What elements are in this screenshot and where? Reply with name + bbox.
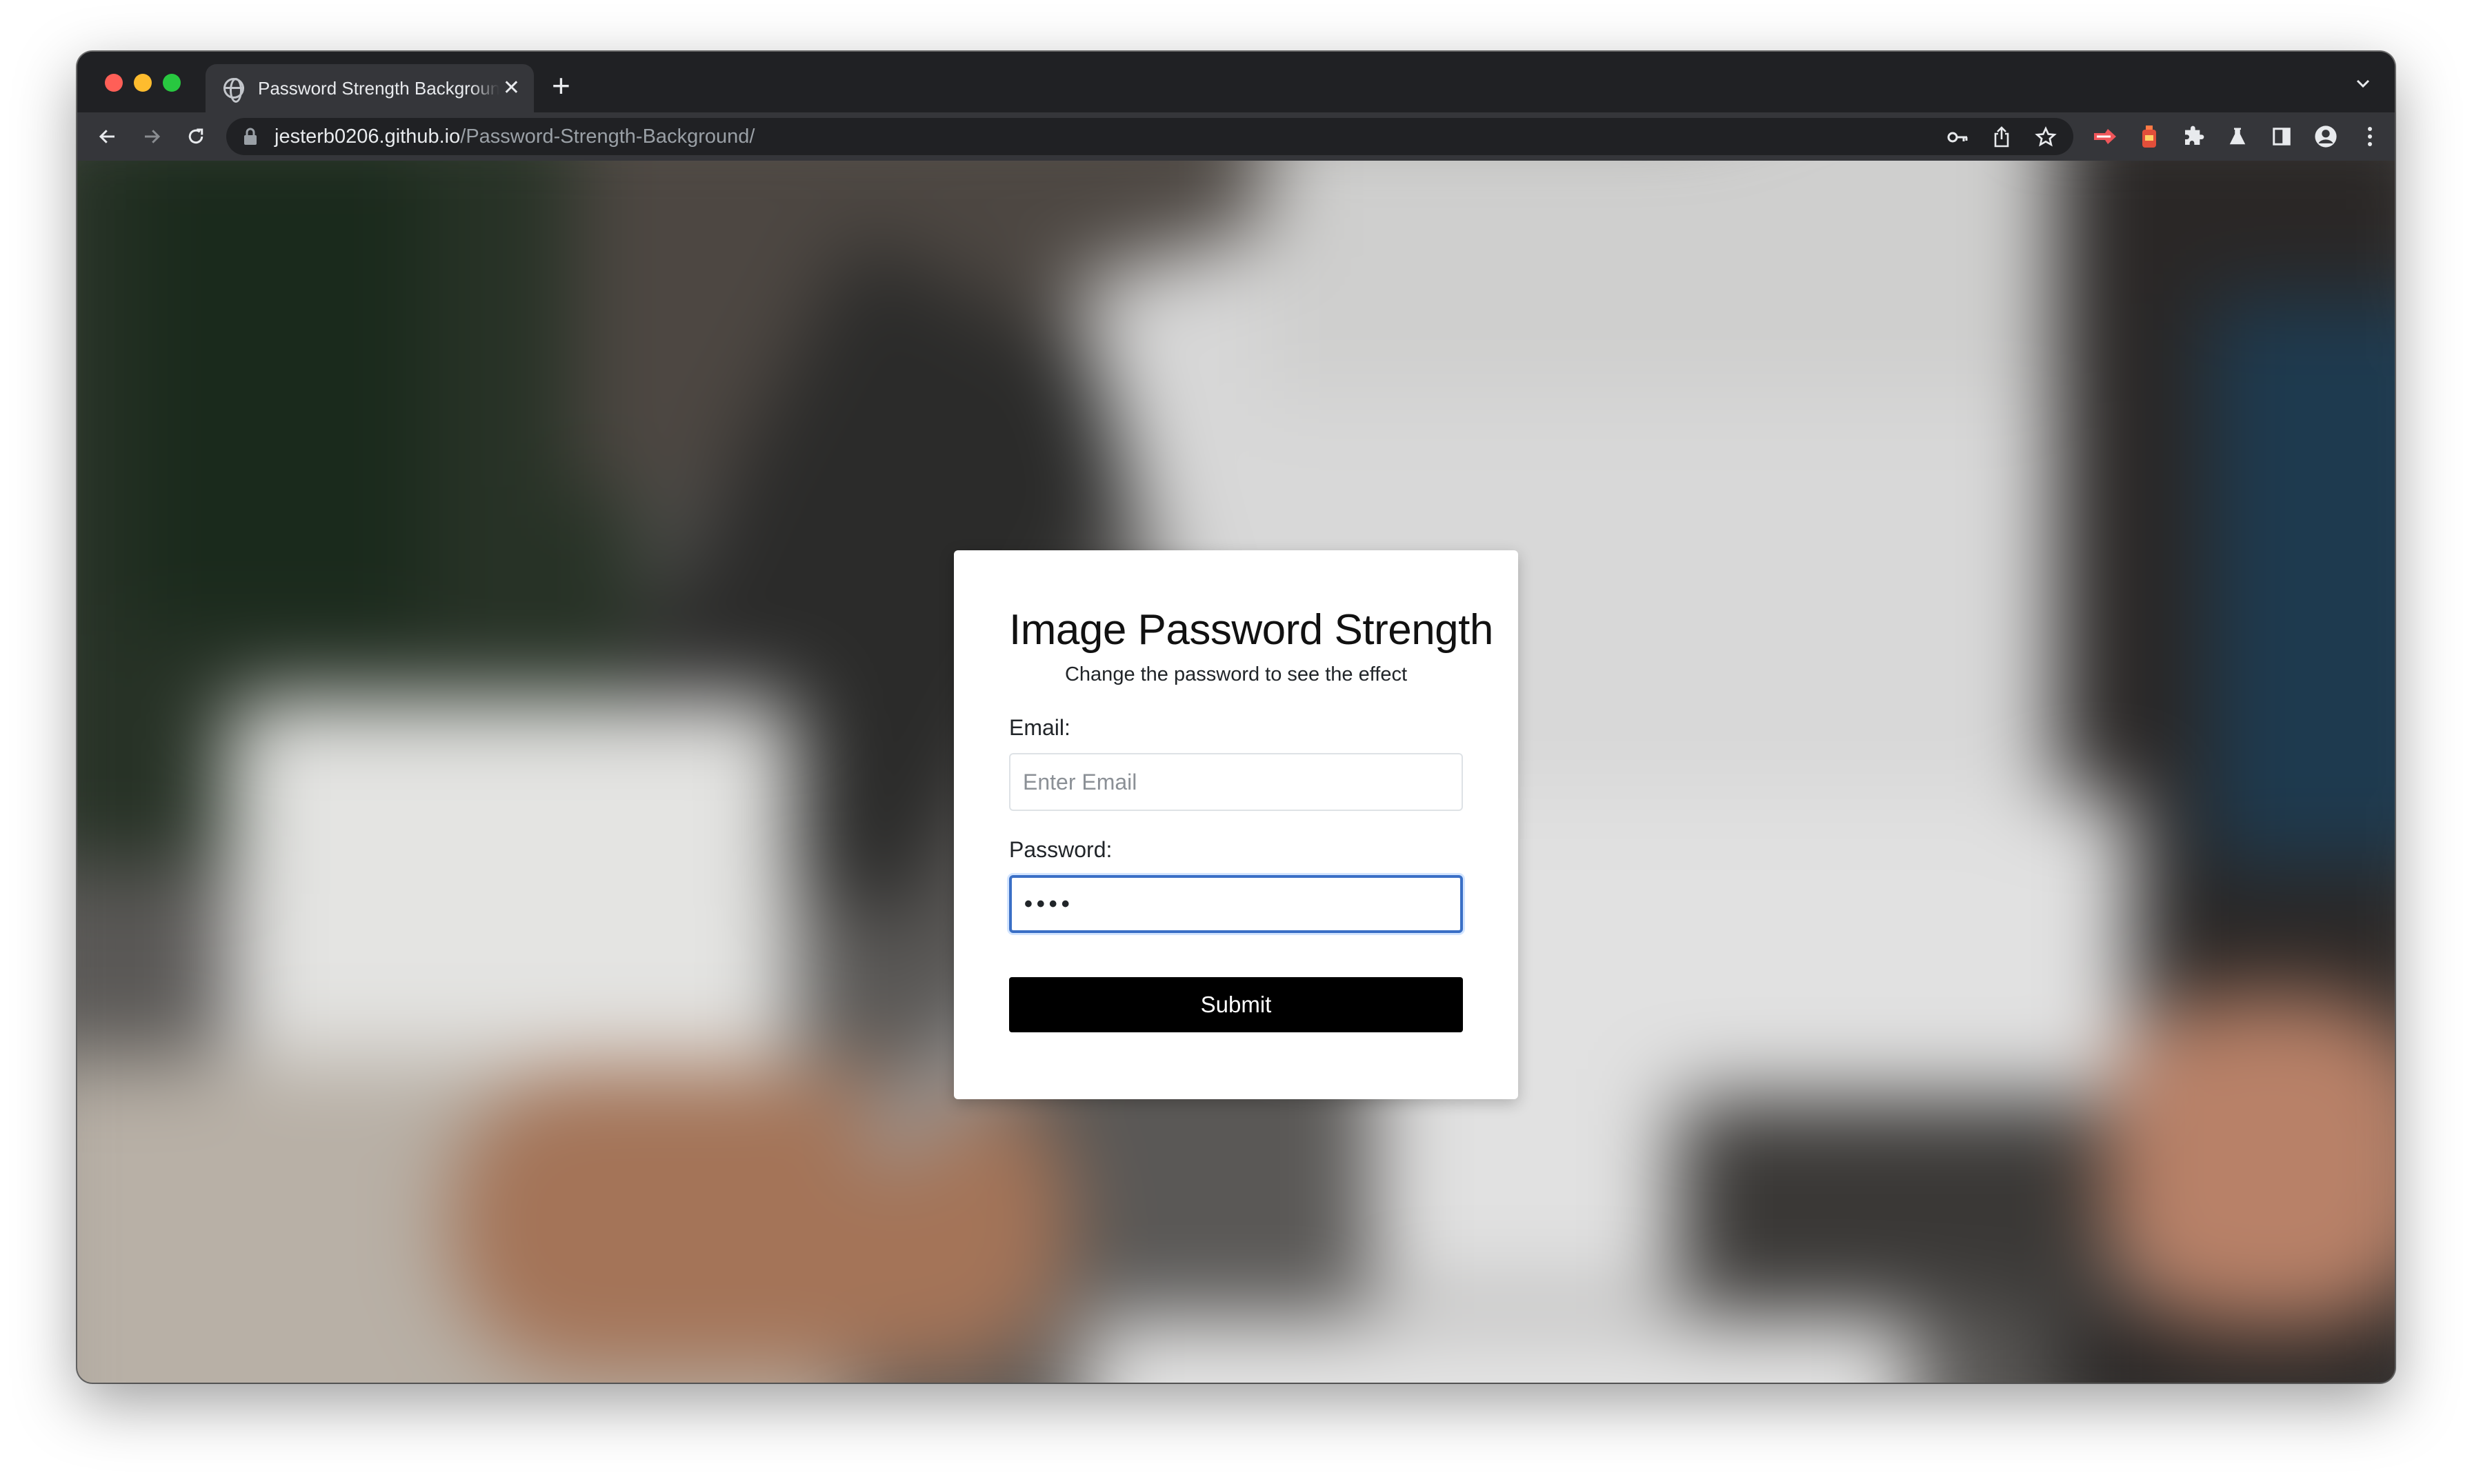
page-viewport: Image Password Strength Change the passw…	[77, 161, 2395, 1383]
browser-toolbar: jesterb0206.github.io/Password-Strength-…	[77, 112, 2395, 161]
url-host: jesterb0206.github.io	[275, 125, 461, 148]
tab-title: Password Strength Background	[258, 77, 499, 99]
extension-bottle-icon[interactable]	[2134, 121, 2164, 152]
password-label: Password:	[1009, 837, 1113, 862]
globe-icon	[223, 78, 244, 103]
star-icon[interactable]	[2035, 126, 2057, 148]
menu-dots-icon[interactable]	[2355, 121, 2385, 152]
key-icon[interactable]	[1946, 127, 1968, 148]
minimize-window-button[interactable]	[134, 74, 152, 92]
lab-flask-icon[interactable]	[2222, 121, 2253, 152]
tab-strip: Password Strength Background ✕ +	[77, 52, 2395, 112]
page-subtitle: Change the password to see the effect	[1064, 663, 1408, 685]
lock-icon[interactable]	[243, 128, 258, 146]
url-text[interactable]: jesterb0206.github.io/Password-Strength-…	[275, 126, 755, 148]
close-window-button[interactable]	[105, 74, 123, 92]
url-path: /Password-Strength-Background/	[460, 125, 755, 148]
back-arrow-icon[interactable]	[92, 121, 123, 152]
new-tab-button[interactable]: +	[552, 70, 570, 101]
password-field[interactable]: ••••	[1009, 875, 1463, 933]
reload-icon[interactable]	[181, 121, 211, 152]
omnibox-actions	[1946, 126, 2057, 148]
browser-window: Password Strength Background ✕ + jesterb…	[77, 52, 2395, 1383]
forward-arrow-icon[interactable]	[137, 121, 167, 152]
puzzle-icon[interactable]	[2178, 121, 2209, 152]
window-controls	[105, 74, 181, 92]
browser-tab-active[interactable]: Password Strength Background ✕	[206, 64, 534, 112]
share-icon[interactable]	[1992, 126, 2011, 148]
login-card: Image Password Strength Change the passw…	[954, 550, 1518, 1099]
maximize-window-button[interactable]	[163, 74, 181, 92]
email-field[interactable]: Enter Email	[1009, 753, 1463, 811]
address-bar[interactable]: jesterb0206.github.io/Password-Strength-…	[226, 118, 2073, 155]
extension-red-icon[interactable]	[2090, 121, 2120, 152]
side-panel-icon[interactable]	[2266, 121, 2297, 152]
tab-search-chevron-icon[interactable]	[2355, 75, 2371, 92]
email-label: Email:	[1009, 715, 1070, 740]
submit-button[interactable]: Submit	[1009, 977, 1463, 1032]
tab-close-icon[interactable]: ✕	[503, 78, 520, 99]
page-title: Image Password Strength	[1009, 606, 1493, 654]
profile-icon[interactable]	[2311, 121, 2341, 152]
